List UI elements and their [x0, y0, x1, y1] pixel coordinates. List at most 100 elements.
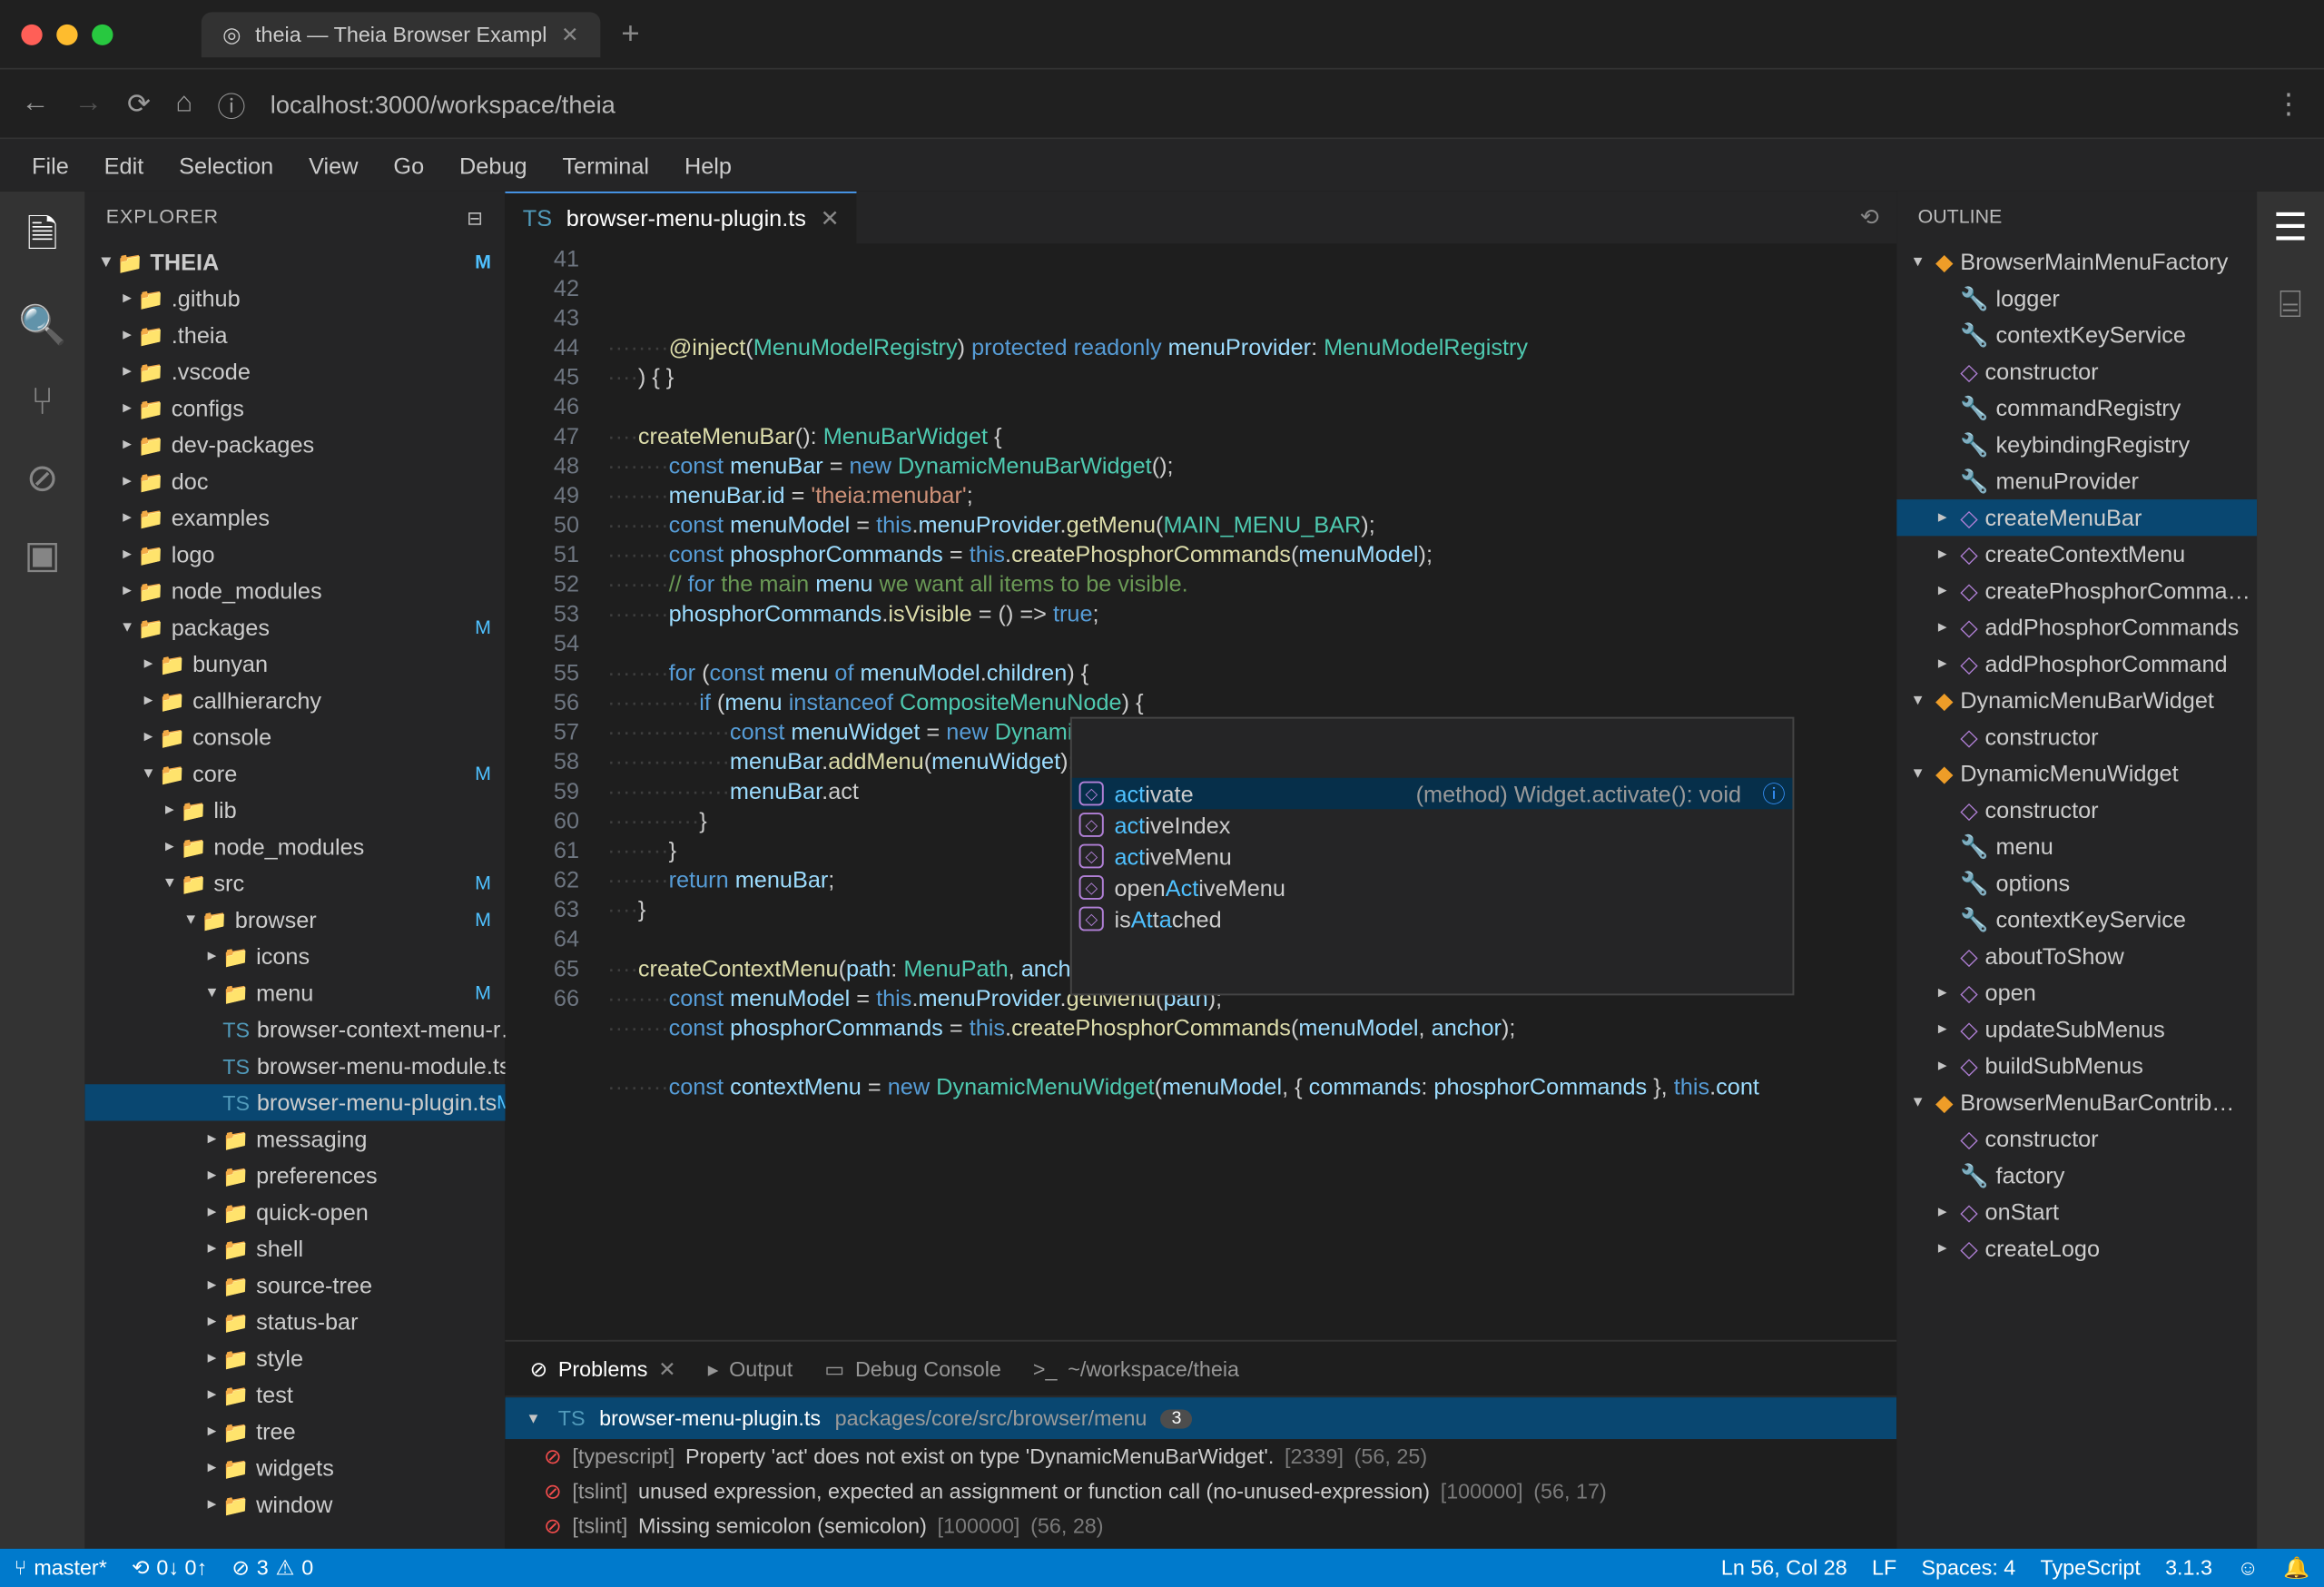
outline-item[interactable]: ▸◇open — [1896, 974, 2257, 1010]
suggest-item[interactable]: ◇isAttached — [1072, 903, 1793, 935]
problem-item[interactable]: ⊘[typescript] Property 'act' does not ex… — [505, 1439, 1896, 1474]
url-bar[interactable]: localhost:3000/workspace/theia — [271, 90, 2250, 118]
outline-item[interactable]: ◇aboutToShow — [1896, 938, 2257, 974]
outline-item[interactable]: ▸◇buildSubMenus — [1896, 1048, 2257, 1084]
suggest-item[interactable]: ◇openActiveMenu — [1072, 872, 1793, 903]
tree-item[interactable]: ▸📁doc — [84, 463, 505, 499]
feedback-icon[interactable]: ☺ — [2237, 1556, 2259, 1581]
outline-item[interactable]: ◇constructor — [1896, 792, 2257, 828]
tree-item[interactable]: ▸📁test — [84, 1376, 505, 1413]
outline-item[interactable]: ▸◇createMenuBar — [1896, 499, 2257, 536]
tree-root[interactable]: ▾ 📁 THEIA M — [84, 243, 505, 280]
version[interactable]: 3.1.3 — [2165, 1556, 2212, 1581]
outline-item[interactable]: ◇constructor — [1896, 353, 2257, 389]
minimize-window[interactable] — [56, 24, 77, 44]
close-editor-icon[interactable]: ✕ — [821, 204, 840, 232]
git-sync[interactable]: ⟲ 0↓ 0↑ — [132, 1556, 207, 1581]
tree-item[interactable]: ▾📁srcM — [84, 865, 505, 902]
reload-icon[interactable]: ⟳ — [127, 86, 151, 121]
problem-item[interactable]: ⊘[tslint] unused expression, expected an… — [505, 1474, 1896, 1508]
outline-item[interactable]: ▾◆BrowserMenuBarContrib… — [1896, 1084, 2257, 1120]
tree-item[interactable]: ▸📁node_modules — [84, 573, 505, 609]
cursor-position[interactable]: Ln 56, Col 28 — [1721, 1556, 1847, 1581]
outline-item[interactable]: 🔧options — [1896, 865, 2257, 902]
search-icon[interactable]: 🔍 — [18, 303, 66, 349]
outline-item[interactable]: ▸◇createContextMenu — [1896, 536, 2257, 572]
new-tab-button[interactable]: + — [621, 15, 639, 52]
tree-item[interactable]: ▸📁preferences — [84, 1158, 505, 1194]
suggest-item[interactable]: ◇activate(method) Widget.activate(): voi… — [1072, 778, 1793, 810]
tree-item[interactable]: ▸📁style — [84, 1340, 505, 1376]
tree-item[interactable]: ▸📁window — [84, 1486, 505, 1523]
tree-item[interactable]: ▸📁console — [84, 719, 505, 755]
info-icon[interactable]: ⓘ — [1762, 779, 1785, 809]
tree-item[interactable]: ▸📁callhierarchy — [84, 682, 505, 718]
menu-view[interactable]: View — [291, 145, 376, 185]
indentation[interactable]: Spaces: 4 — [1921, 1556, 2015, 1581]
git-icon[interactable]: ⑂ — [31, 380, 54, 425]
forward-icon[interactable]: → — [74, 88, 103, 119]
tree-item[interactable]: ▸📁.vscode — [84, 353, 505, 389]
tree-item[interactable]: ▸📁quick-open — [84, 1194, 505, 1230]
tree-item[interactable]: ▸📁widgets — [84, 1450, 505, 1486]
outline-item[interactable]: ◇constructor — [1896, 719, 2257, 755]
suggest-item[interactable]: ◇activeMenu — [1072, 841, 1793, 872]
menu-go[interactable]: Go — [376, 145, 442, 185]
tree-item[interactable]: ▸📁bunyan — [84, 646, 505, 682]
tree-item[interactable]: ▸📁logo — [84, 536, 505, 572]
explorer-icon[interactable]: 🗎 — [26, 205, 57, 271]
outline-item[interactable]: 🔧contextKeyService — [1896, 902, 2257, 938]
home-icon[interactable]: ⌂ — [175, 88, 192, 119]
outline-item[interactable]: ▾◆DynamicMenuWidget — [1896, 755, 2257, 792]
git-branch[interactable]: ⑂ master* — [15, 1556, 107, 1581]
tree-item[interactable]: ▸📁tree — [84, 1413, 505, 1449]
tree-item[interactable]: ▸📁dev-packages — [84, 427, 505, 463]
tree-item[interactable]: ▸📁status-bar — [84, 1304, 505, 1340]
outline-item[interactable]: ▸◇updateSubMenus — [1896, 1011, 2257, 1048]
tree-item[interactable]: TSbrowser-menu-plugin.tsM — [84, 1084, 505, 1120]
close-window[interactable] — [21, 24, 42, 44]
menu-debug[interactable]: Debug — [442, 145, 545, 185]
tree-item[interactable]: ▸📁icons — [84, 938, 505, 974]
error-count[interactable]: ⊘ 3 ⚠ 0 — [231, 1556, 313, 1581]
tab-output[interactable]: ▸ Output — [708, 1356, 793, 1381]
code-content[interactable]: ◇activate(method) Widget.activate(): voi… — [607, 243, 1896, 1340]
tab-problems[interactable]: ⊘ Problems ✕ — [530, 1356, 676, 1381]
tree-item[interactable]: ▾📁packagesM — [84, 609, 505, 646]
outline-item[interactable]: 🔧commandRegistry — [1896, 389, 2257, 426]
editor-tab[interactable]: TS browser-menu-plugin.ts ✕ — [505, 192, 857, 243]
tab-debug-console[interactable]: ▭ Debug Console — [824, 1356, 1001, 1381]
problem-file-row[interactable]: ▾ TS browser-menu-plugin.ts packages/cor… — [505, 1397, 1896, 1439]
tree-item[interactable]: ▸📁shell — [84, 1230, 505, 1267]
menu-selection[interactable]: Selection — [162, 145, 291, 185]
tree-item[interactable]: ▸📁.theia — [84, 317, 505, 353]
outline-item[interactable]: 🔧menuProvider — [1896, 463, 2257, 499]
outline-item[interactable]: 🔧contextKeyService — [1896, 317, 2257, 353]
sync-icon[interactable]: ⟲ — [1860, 203, 1879, 232]
debug-icon[interactable]: ⊘ — [26, 456, 59, 501]
tree-item[interactable]: ▸📁.github — [84, 281, 505, 317]
outline-item[interactable]: ▸◇createPhosphorComma… — [1896, 573, 2257, 609]
browser-tab[interactable]: ◎ theia — Theia Browser Exampl ✕ — [202, 11, 600, 56]
language-mode[interactable]: TypeScript — [2041, 1556, 2141, 1581]
suggest-item[interactable]: ◇activeIndex — [1072, 809, 1793, 841]
outline-item[interactable]: 🔧keybindingRegistry — [1896, 427, 2257, 463]
menu-edit[interactable]: Edit — [86, 145, 161, 185]
outline-item[interactable]: ▸◇addPhosphorCommand — [1896, 646, 2257, 682]
tree-item[interactable]: TSbrowser-context-menu-r… — [84, 1011, 505, 1048]
maximize-window[interactable] — [92, 24, 113, 44]
browser-menu-icon[interactable]: ⋮ — [2275, 86, 2303, 121]
suggest-widget[interactable]: ◇activate(method) Widget.activate(): voi… — [1070, 717, 1795, 996]
outline-item[interactable]: ▸◇addPhosphorCommands — [1896, 609, 2257, 646]
tree-item[interactable]: TSbrowser-menu-module.ts — [84, 1048, 505, 1084]
outline-item[interactable]: 🔧logger — [1896, 281, 2257, 317]
hierarchy-icon[interactable]: ⌸ — [2279, 282, 2302, 328]
tree-item[interactable]: ▸📁configs — [84, 389, 505, 426]
line-ending[interactable]: LF — [1872, 1556, 1896, 1581]
tree-item[interactable]: ▾📁menuM — [84, 974, 505, 1010]
menu-terminal[interactable]: Terminal — [545, 145, 666, 185]
outline-item[interactable]: ▾◆DynamicMenuBarWidget — [1896, 682, 2257, 718]
tab-terminal[interactable]: >_ ~/workspace/theia — [1033, 1356, 1239, 1381]
tree-item[interactable]: ▾📁coreM — [84, 755, 505, 792]
close-panel-icon[interactable]: ✕ — [658, 1356, 676, 1381]
